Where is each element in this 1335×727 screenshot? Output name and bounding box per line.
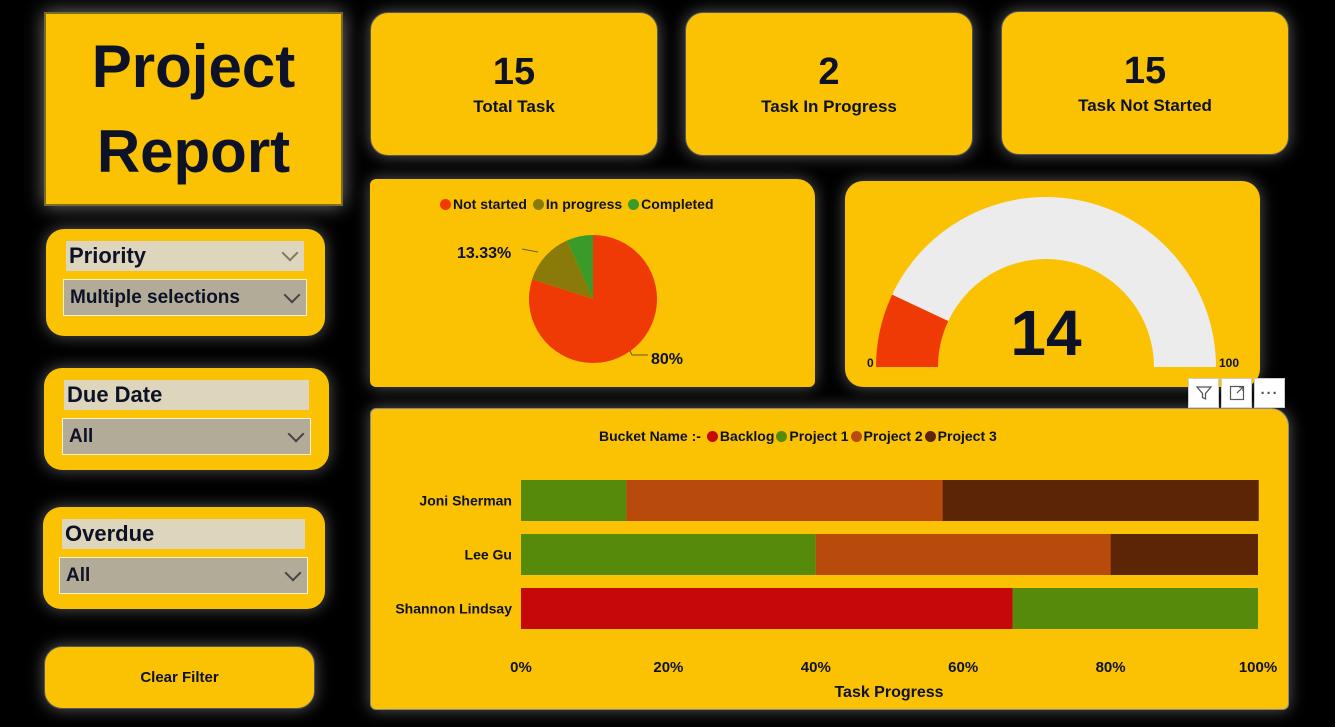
filter-icon[interactable] [1188,378,1219,408]
priority-dropdown[interactable]: Multiple selections [63,279,307,316]
visual-header-tools: ··· [1188,378,1285,408]
x-tick-label: 40% [801,659,831,676]
x-tick-label: 0% [510,659,532,676]
kpi-label: Task Not Started [1078,96,1212,115]
bar-segment-project-2[interactable] [626,480,943,521]
progress-gauge-card: 0 100 14 [845,181,1260,387]
progress-gauge[interactable]: 0 100 14 [845,181,1260,387]
status-pie-card: Not started In progress Completed 13.33%… [370,179,815,387]
overdue-dropdown-value: All [66,564,91,586]
report-title-line2: Report [96,118,291,185]
chevron-down-icon [283,286,301,303]
more-options-icon[interactable]: ··· [1254,378,1285,408]
gauge-max-label: 100 [1219,356,1239,370]
category-label: Lee Gu [465,547,512,563]
bar-segment-backlog[interactable] [521,588,1013,629]
bar-segment-project-1[interactable] [521,480,627,521]
pie-label-in-progress: 13.33% [457,245,511,262]
due-date-dropdown[interactable]: All [62,418,311,455]
kpi-label: Total Task [473,97,555,116]
bar-segment-project-1[interactable] [521,534,816,575]
filter-icon-glyph [1195,386,1212,401]
focus-mode-icon-glyph [1229,385,1244,401]
x-tick-label: 100% [1239,659,1277,676]
priority-slicer-header[interactable]: Priority [66,241,304,271]
chevron-down-icon [281,244,299,262]
priority-slicer: Priority Multiple selections [46,229,325,336]
bar-segment-project-1[interactable] [1012,588,1258,629]
overdue-slicer-label: Overdue [65,521,155,546]
priority-dropdown-value: Multiple selections [70,286,240,308]
overdue-dropdown[interactable]: All [59,557,308,594]
report-title-card: Project Report [44,12,343,206]
category-label: Joni Sherman [419,493,512,509]
gauge-value: 14 [1010,297,1082,369]
focus-mode-icon[interactable] [1221,378,1252,408]
report-title: Project Report [46,24,341,194]
x-tick-label: 60% [948,659,978,676]
due-date-dropdown-value: All [69,425,94,447]
task-progress-chart-card: Bucket Name :- Backlog Project 1 Project… [370,408,1289,710]
bar-segment-project-3[interactable] [1110,534,1258,575]
chevron-down-icon [287,425,305,442]
kpi-label: Task In Progress [761,97,897,116]
kpi-task-in-progress: 2 Task In Progress [685,12,973,156]
gauge-min-label: 0 [867,356,874,370]
bar-segment-project-3[interactable] [942,480,1259,521]
task-progress-bar-chart[interactable]: Task Progress Joni Sherman Lee Gu Shannon … [371,409,1290,711]
x-tick-label: 20% [653,659,683,676]
kpi-value: 15 [492,51,536,93]
bar-segment-project-2[interactable] [815,534,1111,575]
pie-leader-line [521,248,539,253]
kpi-task-not-started: 15 Task Not Started [1001,11,1289,155]
category-label: Shannon Lindsay [395,601,512,617]
x-axis-title: Task Progress [834,684,943,701]
overdue-slicer-header: Overdue [62,519,305,549]
kpi-value: 2 [818,51,840,93]
report-title-line1: Project [91,33,296,100]
priority-slicer-label: Priority [69,243,147,268]
status-pie-chart[interactable]: 13.33% 80% [370,179,815,387]
due-date-slicer-label: Due Date [67,382,163,407]
chevron-down-icon [284,564,302,581]
clear-filter-button[interactable]: Clear Filter [44,646,315,709]
x-tick-label: 80% [1096,659,1126,676]
kpi-total-task: 15 Total Task [370,12,658,156]
due-date-slicer: Due Date All [44,368,329,470]
due-date-slicer-header: Due Date [64,380,309,410]
kpi-value: 15 [1123,50,1167,92]
pie-label-not-started: 80% [651,351,683,368]
overdue-slicer: Overdue All [43,507,325,609]
